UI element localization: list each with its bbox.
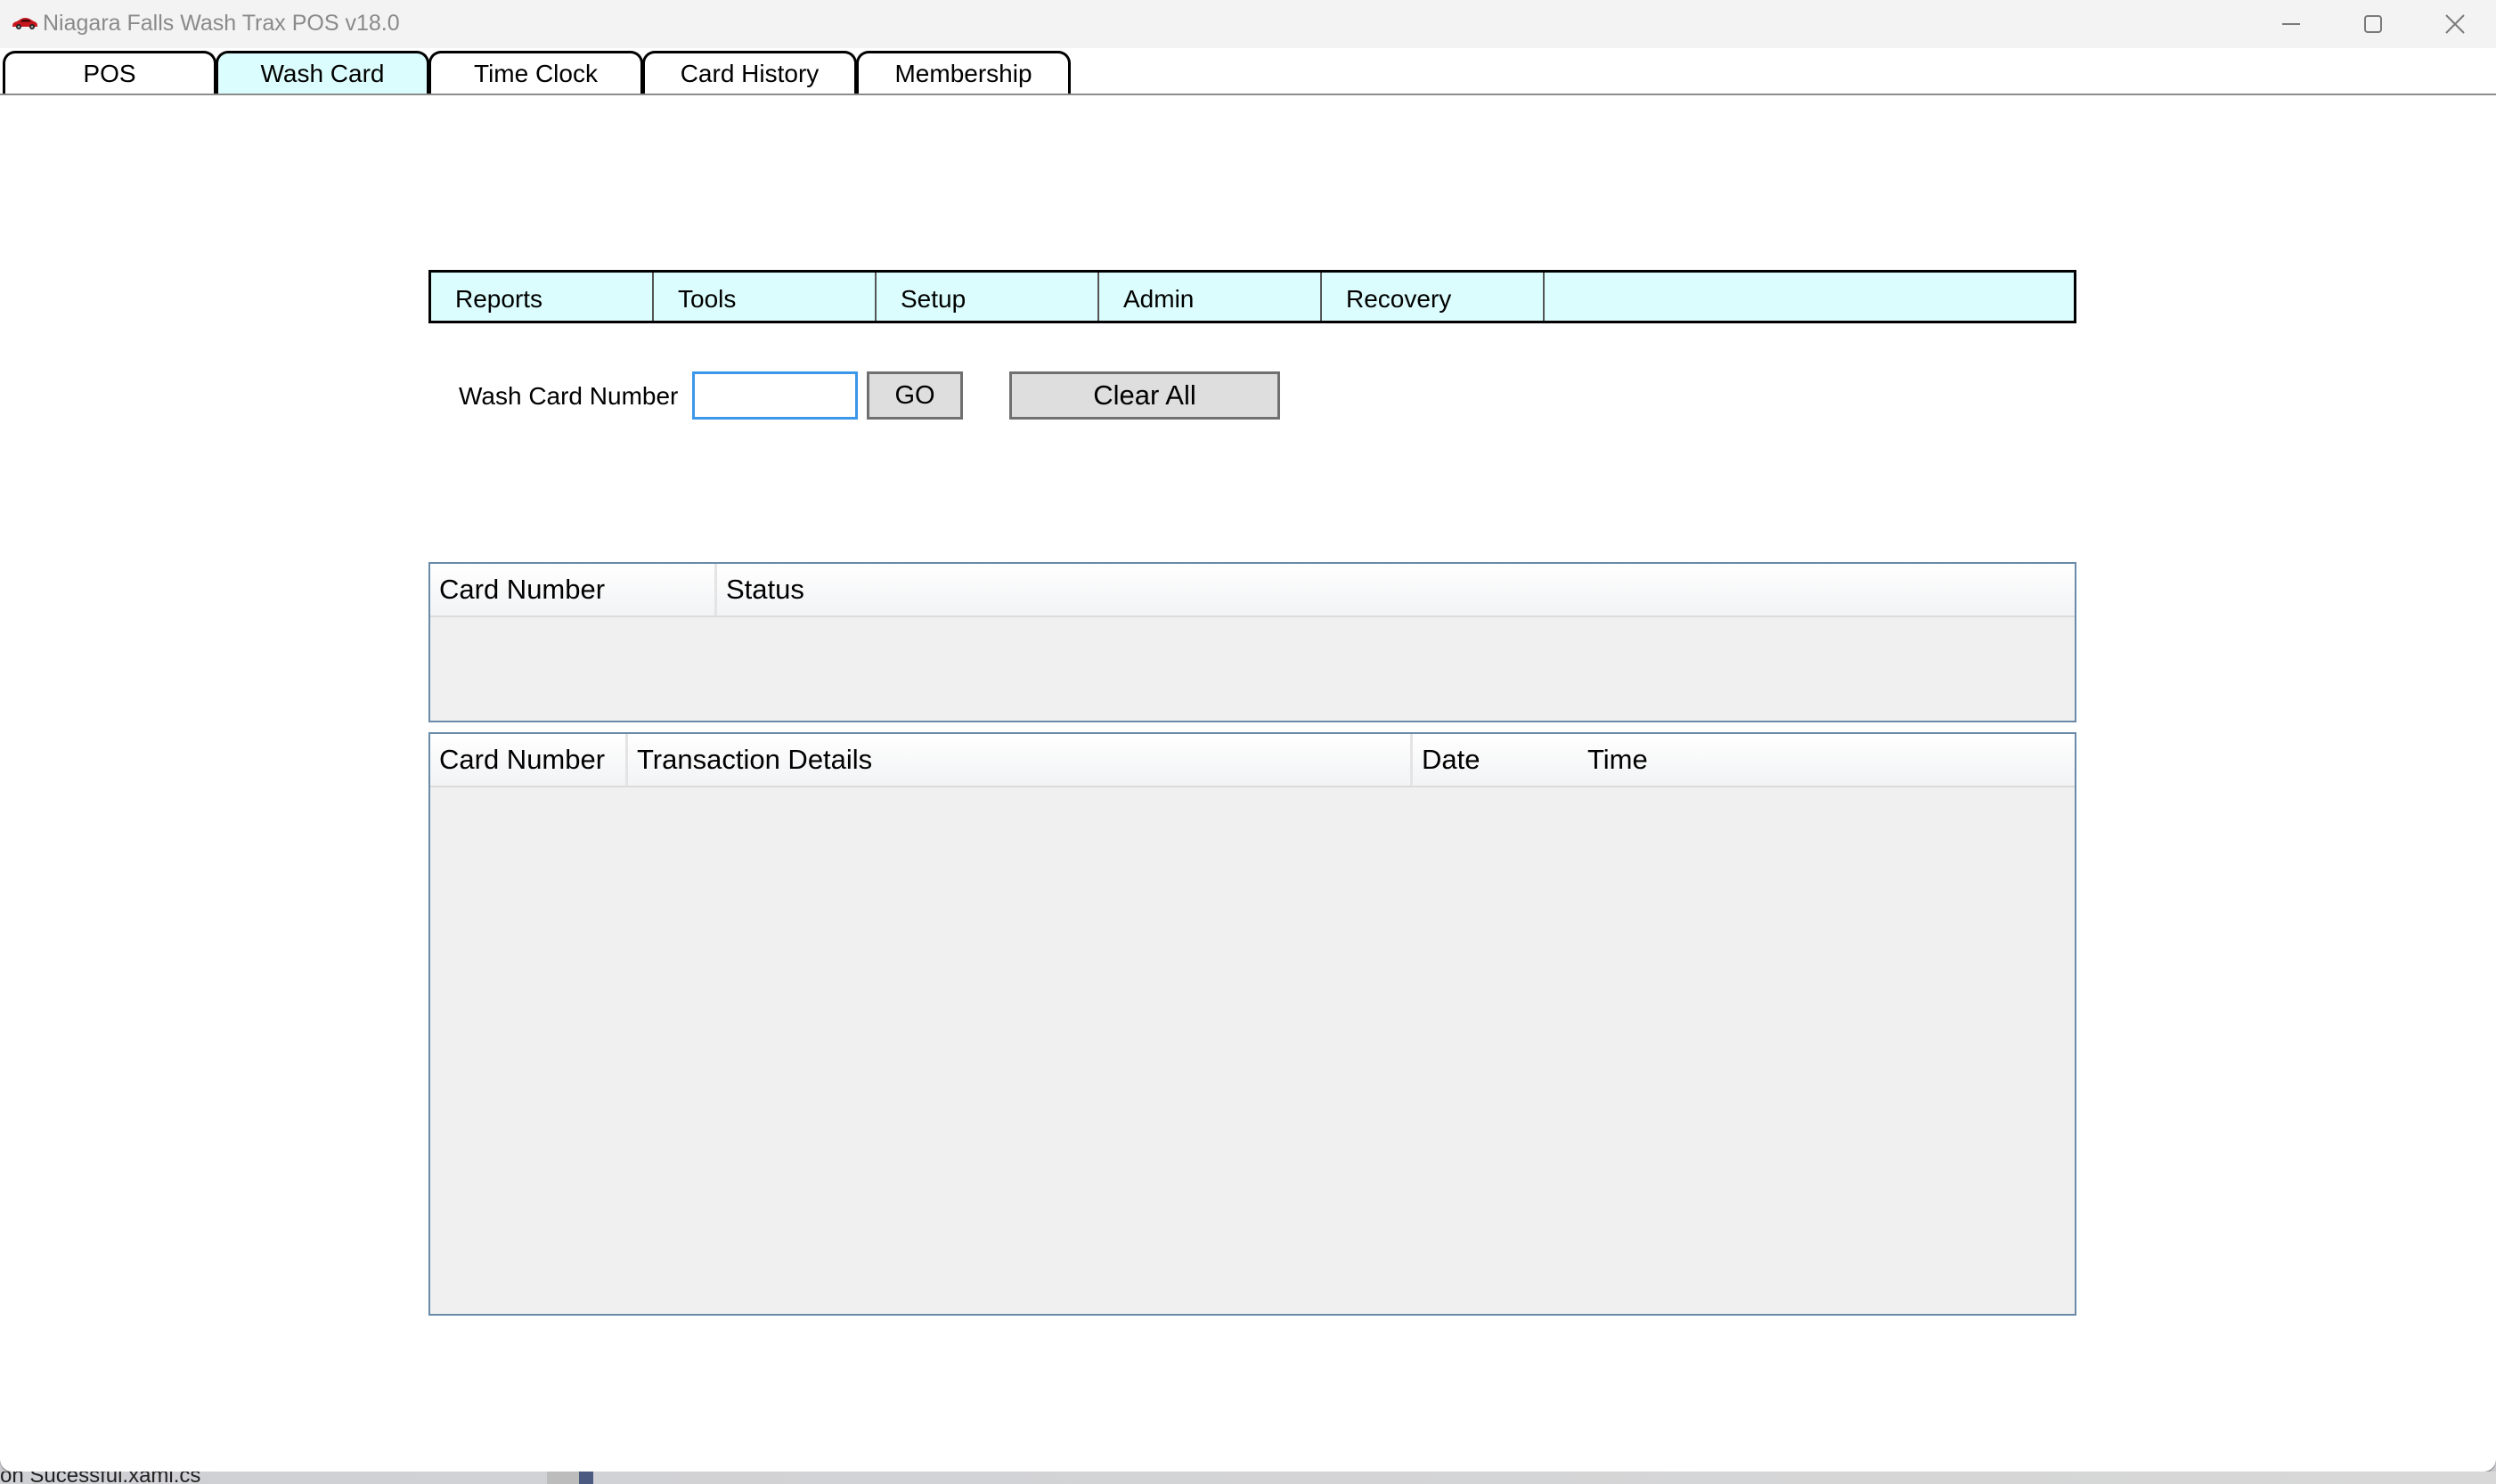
transactions-grid[interactable]: Card Number Transaction Details Date Tim… bbox=[428, 732, 2076, 1316]
menu-item-admin[interactable]: Admin bbox=[1099, 273, 1322, 321]
tab-label: Time Clock bbox=[474, 59, 598, 87]
window-title: Niagara Falls Wash Trax POS v18.0 bbox=[43, 11, 400, 36]
tab-time-clock[interactable]: Time Clock bbox=[428, 51, 643, 94]
maximize-button[interactable] bbox=[2332, 0, 2414, 48]
red-car-icon bbox=[11, 15, 39, 31]
tab-label: Wash Card bbox=[260, 59, 385, 87]
menu-item-recovery[interactable]: Recovery bbox=[1322, 273, 1545, 321]
tab-membership[interactable]: Membership bbox=[856, 51, 1071, 94]
tab-label: Membership bbox=[894, 59, 1032, 87]
close-icon bbox=[2445, 14, 2465, 34]
menu-item-tools[interactable]: Tools bbox=[654, 273, 877, 321]
tab-label: Card History bbox=[680, 59, 820, 87]
clear-all-button[interactable]: Clear All bbox=[1009, 371, 1280, 420]
wash-card-number-label: Wash Card Number bbox=[459, 382, 679, 410]
grid-header: Card Number Status bbox=[430, 564, 2075, 617]
menu-item-setup[interactable]: Setup bbox=[877, 273, 1099, 321]
menu-bar-filler bbox=[1545, 273, 2074, 321]
minimize-button[interactable] bbox=[2250, 0, 2332, 48]
close-button[interactable] bbox=[2414, 0, 2496, 48]
card-status-grid[interactable]: Card Number Status bbox=[428, 562, 2076, 722]
maximize-icon bbox=[2364, 15, 2382, 33]
column-header-status[interactable]: Status bbox=[717, 564, 1252, 616]
tab-label: POS bbox=[83, 59, 136, 87]
column-header-time[interactable]: Time bbox=[1578, 734, 1757, 786]
menu-bar: Reports Tools Setup Admin Recovery bbox=[428, 270, 2076, 323]
tab-card-history[interactable]: Card History bbox=[642, 51, 857, 94]
background-scroll-thumb bbox=[579, 1472, 593, 1484]
tab-pos[interactable]: POS bbox=[3, 51, 216, 94]
background-editor-strip: on Sucessful.xaml.cs bbox=[0, 1472, 2496, 1484]
background-file-tab[interactable]: on Sucessful.xaml.cs bbox=[0, 1472, 200, 1484]
background-scroll-region bbox=[547, 1472, 583, 1484]
go-button[interactable]: GO bbox=[867, 371, 963, 420]
tab-divider bbox=[0, 94, 2496, 95]
column-header-card-number[interactable]: Card Number bbox=[430, 564, 717, 616]
title-bar[interactable]: Niagara Falls Wash Trax POS v18.0 bbox=[0, 0, 2496, 48]
app-window: Niagara Falls Wash Trax POS v18.0 POS Wa… bbox=[0, 0, 2496, 1472]
minimize-icon bbox=[2282, 23, 2300, 25]
column-header-date[interactable]: Date bbox=[1413, 734, 1578, 786]
wash-card-number-input[interactable] bbox=[692, 371, 858, 420]
column-header-card-number[interactable]: Card Number bbox=[430, 734, 628, 786]
grid-header: Card Number Transaction Details Date Tim… bbox=[430, 734, 2075, 787]
menu-item-reports[interactable]: Reports bbox=[431, 273, 654, 321]
column-header-transaction-details[interactable]: Transaction Details bbox=[628, 734, 1413, 786]
tab-wash-card[interactable]: Wash Card bbox=[216, 51, 429, 94]
